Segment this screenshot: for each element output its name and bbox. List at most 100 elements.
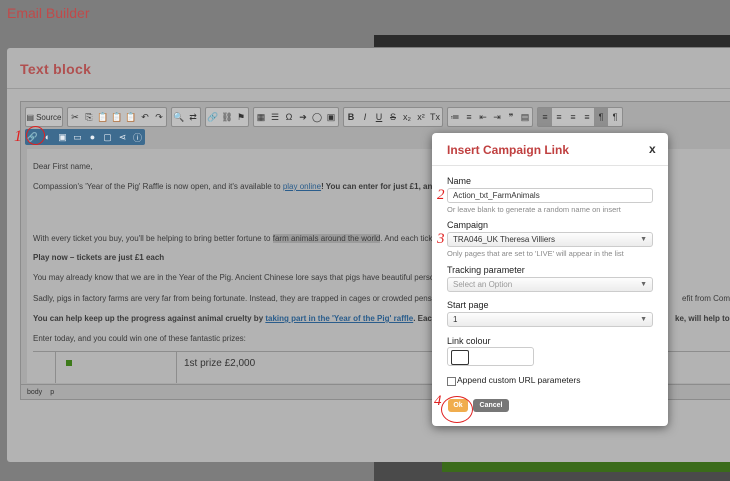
blockquote-button[interactable]: ❞ xyxy=(504,108,518,126)
source-button[interactable]: ▤ Source xyxy=(26,108,62,126)
editor-toolbar: ▤ Source ✂ ⎘ 📋 📋 📋 ↶ ↷ 🔍 ⇄ 🔗 ⛓ ⚑ ▦ ☰ Ω ➔ … xyxy=(25,107,623,127)
name-help: Or leave blank to generate a random name… xyxy=(447,205,621,214)
panel-title: Text block xyxy=(20,61,92,77)
append-params-checkbox[interactable] xyxy=(447,377,456,386)
paragraph-enter-today: Enter today, and you could win one of th… xyxy=(33,334,246,343)
undo-button[interactable]: ↶ xyxy=(138,108,152,126)
share-icon[interactable]: ⋖ xyxy=(115,129,130,145)
indent-button[interactable]: ⇥ xyxy=(490,108,504,126)
ticket-text: With every ticket you buy, you'll be hel… xyxy=(33,234,273,243)
toolbar-group-insert: ▦ ☰ Ω ➔ ◯ ▣ xyxy=(253,107,339,127)
dialog-divider xyxy=(432,165,668,166)
paragraph-intro: Compassion's 'Year of the Pig' Raffle is… xyxy=(33,182,451,191)
prize-first: 1st prize £2,000 xyxy=(184,358,256,369)
link-button[interactable]: 🔗 xyxy=(206,108,220,126)
table-button[interactable]: ▦ xyxy=(254,108,268,126)
cut-button[interactable]: ✂ xyxy=(68,108,82,126)
horizontal-line-button[interactable]: ☰ xyxy=(268,108,282,126)
italic-button[interactable]: I xyxy=(358,108,372,126)
align-justify-button[interactable]: ≡ xyxy=(580,108,594,126)
campaign-help: Only pages that are set to 'LIVE' will a… xyxy=(447,249,624,258)
align-left-button[interactable]: ≡ xyxy=(538,108,552,126)
table-border xyxy=(176,352,177,383)
close-icon[interactable]: x xyxy=(649,142,656,156)
paragraph-factory-farms-tail: efit from Compass xyxy=(682,294,730,303)
remove-format-button[interactable]: Tx xyxy=(428,108,442,126)
raffle-link[interactable]: taking part in the 'Year of the Pig' raf… xyxy=(265,314,413,323)
paste-word-button[interactable]: 📋 xyxy=(124,108,138,126)
toolbar-group-find: 🔍 ⇄ xyxy=(171,107,201,127)
box-icon[interactable]: ▢ xyxy=(100,129,115,145)
paragraph-ticket: With every ticket you buy, you'll be hel… xyxy=(33,234,452,243)
campaign-label: Campaign xyxy=(447,220,489,230)
rtl-button[interactable]: ¶ xyxy=(608,108,622,126)
path-p[interactable]: p xyxy=(50,389,54,396)
user-icon[interactable]: ● xyxy=(85,129,100,145)
paste-button[interactable]: 📋 xyxy=(96,108,110,126)
underline-button[interactable]: U xyxy=(372,108,386,126)
play-online-link[interactable]: play online xyxy=(283,182,321,191)
align-right-button[interactable]: ≡ xyxy=(566,108,580,126)
green-square-icon xyxy=(66,360,72,366)
heading-play-now: Play now – tickets are just £1 each xyxy=(33,253,165,262)
field-icon[interactable]: ▭ xyxy=(70,129,85,145)
app-title: Email Builder xyxy=(7,5,90,21)
campaign-select[interactable]: TRA046_UK Theresa Villiers ▼ xyxy=(447,232,653,247)
div-button[interactable]: ▤ xyxy=(518,108,532,126)
bold-button[interactable]: B xyxy=(344,108,358,126)
link-colour-picker[interactable] xyxy=(447,347,534,366)
chevron-down-icon: ▼ xyxy=(640,236,647,243)
annotation-3: 3 xyxy=(437,231,445,247)
tracking-select[interactable]: Select an Option ▼ xyxy=(447,277,653,292)
cancel-button[interactable]: Cancel xyxy=(473,399,509,412)
tracking-placeholder: Select an Option xyxy=(453,280,513,289)
unlink-button[interactable]: ⛓ xyxy=(220,108,234,126)
toolbar-group-lists: ≔ ≡ ⇤ ⇥ ❞ ▤ xyxy=(447,107,533,127)
chevron-down-icon: ▼ xyxy=(640,316,647,323)
outdent-button[interactable]: ⇤ xyxy=(476,108,490,126)
bullet-list-button[interactable]: ≡ xyxy=(462,108,476,126)
table-border xyxy=(55,352,56,383)
greeting-text: Dear First name, xyxy=(33,162,93,171)
ltr-button[interactable]: ¶ xyxy=(594,108,608,126)
annotation-2: 2 xyxy=(437,187,445,203)
panel-divider xyxy=(7,88,730,89)
page-break-button[interactable]: ➔ xyxy=(296,108,310,126)
subscript-button[interactable]: x₂ xyxy=(400,108,414,126)
annotation-1: 1 xyxy=(14,128,22,145)
replace-button[interactable]: ⇄ xyxy=(186,108,200,126)
paste-text-button[interactable]: 📋 xyxy=(110,108,124,126)
paragraph-year-of-pig: You may already know that we are in the … xyxy=(33,273,449,282)
colour-swatch[interactable] xyxy=(451,350,469,365)
path-body[interactable]: body xyxy=(27,389,42,396)
annotation-circle-4 xyxy=(441,396,473,423)
anchor-button[interactable]: ⚑ xyxy=(234,108,248,126)
toolbar-group-source: ▤ Source xyxy=(25,107,63,127)
source-label: Source xyxy=(36,112,62,122)
background-strip xyxy=(374,35,730,47)
name-label: Name xyxy=(447,176,472,186)
insert-campaign-link-dialog: Insert Campaign Link x Name Action_txt_F… xyxy=(432,133,668,426)
annotation-circle-1 xyxy=(26,126,45,145)
copy-button[interactable]: ⎘ xyxy=(82,108,96,126)
align-center-button[interactable]: ≡ xyxy=(552,108,566,126)
redo-button[interactable]: ↷ xyxy=(152,108,166,126)
superscript-button[interactable]: x² xyxy=(414,108,428,126)
numbered-list-button[interactable]: ≔ xyxy=(448,108,462,126)
start-page-select[interactable]: 1 ▼ xyxy=(447,312,653,327)
info-icon[interactable]: ⓘ xyxy=(130,129,145,145)
special-char-button[interactable]: Ω xyxy=(282,108,296,126)
campaign-value: TRA046_UK Theresa Villiers xyxy=(453,235,555,244)
toolbar-group-clipboard: ✂ ⎘ 📋 📋 📋 ↶ ↷ xyxy=(67,107,167,127)
background-green-bar xyxy=(442,462,730,472)
image-icon[interactable]: ▣ xyxy=(55,129,70,145)
name-input[interactable]: Action_txt_FarmAnimals xyxy=(447,188,653,203)
find-button[interactable]: 🔍 xyxy=(172,108,186,126)
paragraph-help: You can help keep up the progress agains… xyxy=(33,314,453,323)
paragraph-factory-farms: Sadly, pigs in factory farms are very fa… xyxy=(33,294,449,303)
dialog-title: Insert Campaign Link xyxy=(447,143,570,157)
strike-button[interactable]: S xyxy=(386,108,400,126)
start-page-value: 1 xyxy=(453,315,458,324)
iframe-button[interactable]: ◯ xyxy=(310,108,324,126)
image-button[interactable]: ▣ xyxy=(324,108,338,126)
